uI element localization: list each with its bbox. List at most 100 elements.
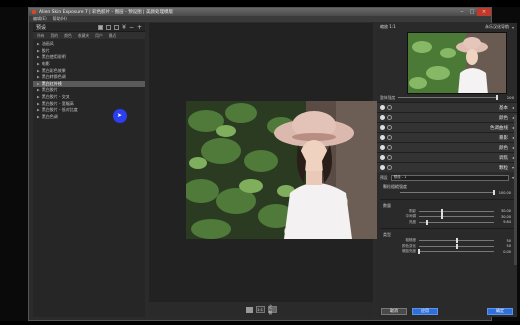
expand-arrow-icon[interactable]: ▶	[37, 75, 40, 79]
grid-view-icon[interactable]	[106, 24, 112, 30]
expand-arrow-icon[interactable]: ▶	[37, 108, 40, 112]
navigator-zoom[interactable]: 缩放 1:1	[380, 24, 396, 30]
slider-track[interactable]	[418, 249, 494, 255]
expand-arrow-icon[interactable]: ▶	[37, 62, 40, 66]
expand-arrow-icon[interactable]: ▶	[37, 115, 40, 119]
section-toggle-icon[interactable]	[380, 155, 385, 160]
tab-user[interactable]: 用户	[95, 33, 103, 39]
section-toggle-icon[interactable]	[380, 105, 385, 110]
preview-photo[interactable]	[186, 101, 392, 239]
adjustment-section-header[interactable]: 调焦 ◂	[377, 152, 517, 162]
section-reset-icon[interactable]	[387, 105, 392, 110]
section-reset-icon[interactable]	[387, 165, 392, 170]
slider-track[interactable]	[419, 238, 494, 244]
preset-folder-item[interactable]: ▶ 黑白使用说明	[33, 54, 145, 61]
large-thumb-icon[interactable]	[114, 24, 120, 30]
grain-slider-row[interactable]: 亮度 9.84	[380, 219, 514, 226]
tab-favorites[interactable]: 收藏夹	[78, 33, 89, 39]
collapse-icon[interactable]: ¥	[122, 24, 126, 30]
grain-strength-track[interactable]	[400, 190, 495, 196]
chevron-down-icon[interactable]: ▾	[512, 25, 514, 30]
tab-color[interactable]: 颜色	[64, 33, 72, 39]
adjustment-section-header[interactable]: 色调曲线 ◂	[377, 122, 517, 132]
slider-value[interactable]: 30.00	[497, 215, 511, 219]
section-reset-icon[interactable]	[387, 125, 392, 130]
tab-recent[interactable]: 最近	[109, 33, 117, 39]
section-toggle-icon[interactable]	[380, 125, 385, 130]
maximize-icon[interactable]: □	[467, 8, 477, 16]
adjustment-section-header[interactable]: 基本 ◂	[377, 102, 517, 112]
ok-button[interactable]: 确定	[487, 307, 513, 315]
compare-split-icon[interactable]	[245, 306, 253, 313]
slider-knob[interactable]	[455, 238, 458, 244]
section-toggle-icon[interactable]	[380, 145, 385, 150]
preset-folder-item[interactable]: ▶ 黑白色调	[33, 114, 145, 121]
slider-value[interactable]: 30.00	[497, 209, 511, 213]
section-expand-icon[interactable]: ◂	[512, 105, 514, 110]
add-preset-icon[interactable]: +	[137, 24, 142, 30]
slider-value[interactable]: 0.00	[497, 250, 511, 254]
slider-knob[interactable]	[425, 219, 428, 225]
expand-arrow-icon[interactable]: ▶	[37, 49, 40, 53]
slider-track[interactable]	[419, 219, 494, 225]
adjustment-section-header[interactable]: 颜色 ◂	[377, 112, 517, 122]
slider-knob[interactable]	[440, 214, 443, 220]
slider-value[interactable]: 9.84	[497, 220, 511, 224]
preset-folder-item[interactable]: ▶ 黑白转换色调	[33, 74, 145, 81]
expand-arrow-icon[interactable]: ▶	[37, 42, 40, 46]
preset-folder-item[interactable]: ▶ 黑白彩色效果	[33, 67, 145, 74]
apply-button[interactable]: 应用	[412, 307, 438, 315]
expand-arrow-icon[interactable]: ▶	[37, 55, 40, 59]
expand-arrow-icon[interactable]: ▶	[37, 95, 40, 99]
overall-intensity-slider[interactable]: 整体强度 100	[377, 94, 517, 101]
slider-knob[interactable]	[440, 208, 443, 214]
section-reset-icon[interactable]	[387, 145, 392, 150]
adjustment-section-header[interactable]: 颜色 ◂	[377, 142, 517, 152]
slider-track[interactable]	[419, 214, 494, 220]
section-reset-icon[interactable]	[387, 135, 392, 140]
panel-scrollbar[interactable]	[514, 115, 517, 265]
tab-all[interactable]: 所有	[37, 33, 45, 39]
section-toggle-icon[interactable]	[380, 115, 385, 120]
slider-knob[interactable]	[493, 190, 495, 196]
preset-folder-item[interactable]: ▶ 黑白胶片	[33, 87, 145, 94]
grain-strength-value[interactable]: 100.00	[497, 191, 511, 195]
cancel-button[interactable]: 取消	[381, 307, 407, 315]
menu-help[interactable]: 帮助(H)	[53, 16, 67, 22]
preset-folder-item[interactable]: ▶ 黑白胶片 - 交叉	[33, 94, 145, 101]
expand-arrow-icon[interactable]: ▶	[37, 82, 40, 86]
tab-mine[interactable]: 我的	[51, 33, 59, 39]
adjustment-section-header[interactable]: 暴影 ◂	[377, 132, 517, 142]
section-toggle-icon[interactable]	[380, 135, 385, 140]
close-icon[interactable]: ×	[477, 8, 491, 16]
zoom-1to1-button[interactable]: 1:1	[255, 306, 265, 313]
menu-edit[interactable]: 编辑(E)	[33, 16, 47, 22]
expand-arrow-icon[interactable]: ▶	[37, 88, 40, 92]
minimize-icon[interactable]: ‒	[457, 8, 467, 16]
overall-intensity-value[interactable]: 100	[500, 95, 514, 100]
section-toggle-icon[interactable]	[380, 165, 385, 170]
slider-value[interactable]: 50	[497, 244, 511, 248]
slider-track[interactable]	[419, 243, 494, 249]
preset-folder-item[interactable]: ▶ 黑白胶片 - 宽幅高	[33, 100, 145, 107]
preset-folder-item[interactable]: ▶ 黑白胶片 - 低对比度	[33, 107, 145, 114]
remove-preset-icon[interactable]: −	[129, 24, 134, 30]
preset-folder-item[interactable]: ▶ 油画风	[33, 41, 145, 48]
expand-arrow-icon[interactable]: ▶	[37, 69, 40, 73]
slider-knob[interactable]	[496, 95, 498, 100]
grain-slider-row[interactable]: 微距亮度 0.00	[380, 249, 514, 255]
section-reset-icon[interactable]	[387, 155, 392, 160]
slider-value[interactable]: 50	[497, 239, 511, 243]
preset-folder-item[interactable]: ▶ 电影	[33, 61, 145, 68]
section-reset-icon[interactable]	[387, 115, 392, 120]
slider-track[interactable]	[419, 208, 494, 214]
navigator-thumbnail[interactable]	[407, 32, 507, 94]
slider-knob[interactable]	[418, 249, 420, 255]
slider-knob[interactable]	[455, 243, 458, 249]
adjustment-section-header[interactable]: 颗粒 ▾	[377, 162, 517, 172]
before-button[interactable]: 之前	[267, 304, 277, 315]
list-view-icon[interactable]	[98, 24, 104, 30]
grain-preset-select[interactable]: 预设 - 1	[390, 174, 510, 181]
overall-intensity-track[interactable]	[398, 95, 498, 100]
grain-strength-slider[interactable]: 100.00	[380, 190, 514, 196]
